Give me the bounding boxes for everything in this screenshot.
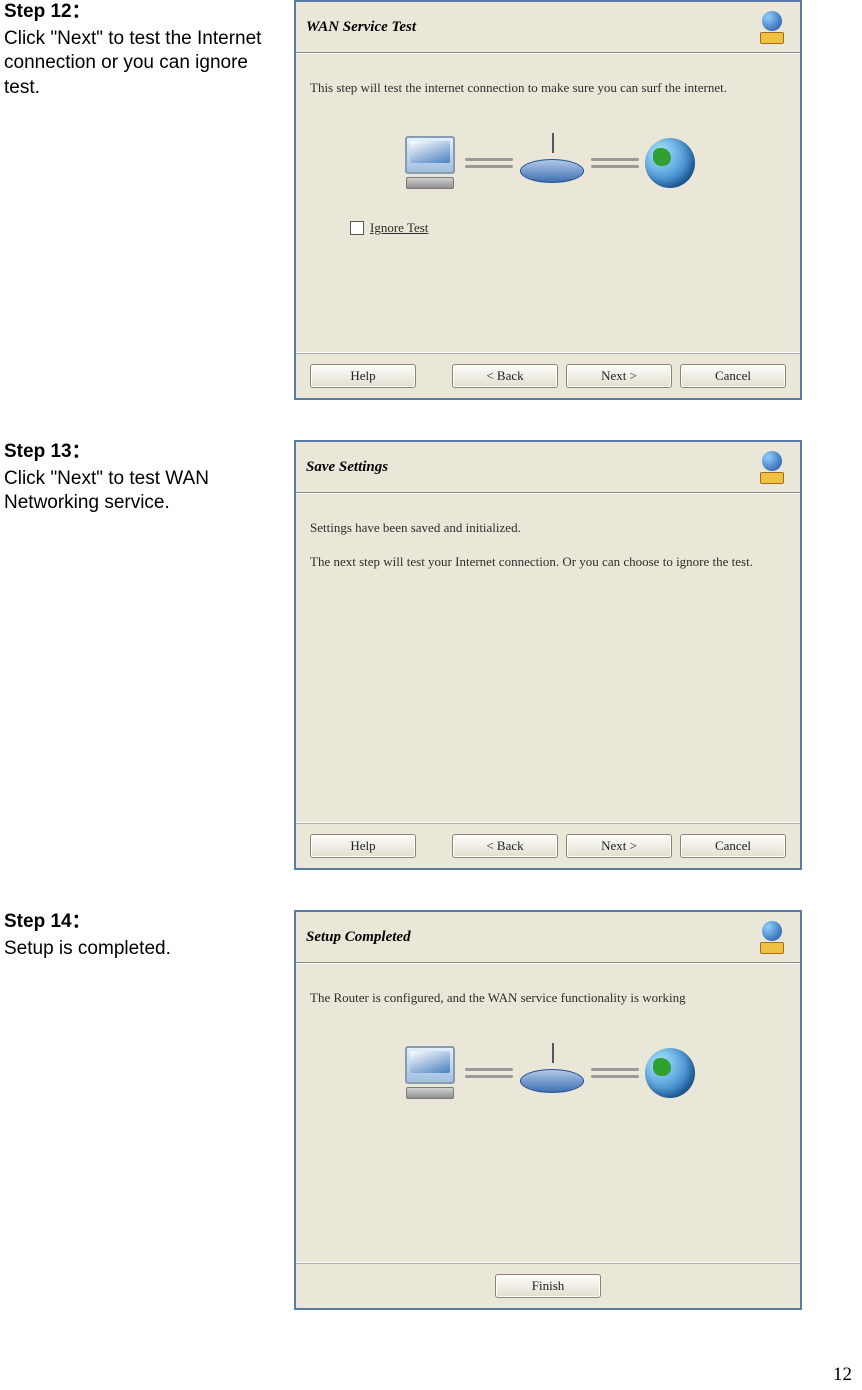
step-14-block: Step 14： Setup is completed. Setup Compl… xyxy=(0,910,862,1310)
next-button[interactable]: Next > xyxy=(566,364,672,388)
link-line-icon xyxy=(591,1065,639,1081)
link-line-icon xyxy=(591,155,639,171)
step-14-sidebar: Step 14： Setup is completed. xyxy=(0,910,294,961)
dialog-title: Setup Completed xyxy=(306,929,411,946)
step-12-title: Step 12： xyxy=(4,0,284,25)
cancel-button[interactable]: Cancel xyxy=(680,834,786,858)
step-12-block: Step 12： Click "Next" to test the Intern… xyxy=(0,0,862,400)
back-button[interactable]: < Back xyxy=(452,364,558,388)
dialog-title: WAN Service Test xyxy=(306,19,416,36)
dialog-body-text-1: This step will test the internet connect… xyxy=(310,80,786,96)
page-number: 12 xyxy=(833,1364,852,1386)
dialog-body-text-1: The Router is configured, and the WAN se… xyxy=(310,990,786,1006)
network-globe-icon xyxy=(754,8,790,46)
dialog-body: The Router is configured, and the WAN se… xyxy=(296,963,800,1263)
globe-icon xyxy=(645,1048,695,1098)
link-line-icon xyxy=(465,1065,513,1081)
step-13-sidebar: Step 13： Click "Next" to test WAN Networ… xyxy=(0,440,294,516)
dialog-title: Save Settings xyxy=(306,459,388,476)
step-12-sidebar: Step 12： Click "Next" to test the Intern… xyxy=(0,0,294,101)
finish-button[interactable]: Finish xyxy=(495,1274,601,1298)
connection-diagram xyxy=(310,1046,786,1100)
dialog-footer: Help < Back Next > Cancel xyxy=(296,823,800,868)
dialog-header: WAN Service Test xyxy=(296,2,800,53)
router-icon xyxy=(519,1053,585,1093)
step-13-block: Step 13： Click "Next" to test WAN Networ… xyxy=(0,440,862,870)
dialog-body: Settings have been saved and initialized… xyxy=(296,493,800,823)
cancel-button[interactable]: Cancel xyxy=(680,364,786,388)
dialog-footer: Help < Back Next > Cancel xyxy=(296,353,800,398)
step-13-title: Step 13： xyxy=(4,440,284,465)
ignore-test-checkbox[interactable]: Ignore Test xyxy=(350,220,786,236)
save-settings-dialog: Save Settings Settings have been saved a… xyxy=(294,440,802,870)
step-14-title: Step 14： xyxy=(4,910,284,935)
dialog-body-text-1: Settings have been saved and initialized… xyxy=(310,520,786,536)
ignore-test-label: Ignore Test xyxy=(370,220,428,236)
step-12-text: Click "Next" to test the Internet connec… xyxy=(4,27,284,101)
connection-diagram xyxy=(310,136,786,190)
help-button[interactable]: Help xyxy=(310,834,416,858)
back-button[interactable]: < Back xyxy=(452,834,558,858)
next-button[interactable]: Next > xyxy=(566,834,672,858)
dialog-body-text-2: The next step will test your Internet co… xyxy=(310,554,786,570)
help-button[interactable]: Help xyxy=(310,364,416,388)
network-globe-icon xyxy=(754,448,790,486)
dialog-footer: Finish xyxy=(296,1263,800,1308)
globe-icon xyxy=(645,138,695,188)
step-13-text: Click "Next" to test WAN Networking serv… xyxy=(4,467,284,516)
dialog-header: Setup Completed xyxy=(296,912,800,963)
checkbox-icon xyxy=(350,221,364,235)
pc-icon xyxy=(401,136,459,190)
link-line-icon xyxy=(465,155,513,171)
network-globe-icon xyxy=(754,918,790,956)
wan-service-test-dialog: WAN Service Test This step will test the… xyxy=(294,0,802,400)
step-14-text: Setup is completed. xyxy=(4,937,284,962)
setup-completed-dialog: Setup Completed The Router is configured… xyxy=(294,910,802,1310)
dialog-header: Save Settings xyxy=(296,442,800,493)
router-icon xyxy=(519,143,585,183)
dialog-body: This step will test the internet connect… xyxy=(296,53,800,353)
pc-icon xyxy=(401,1046,459,1100)
